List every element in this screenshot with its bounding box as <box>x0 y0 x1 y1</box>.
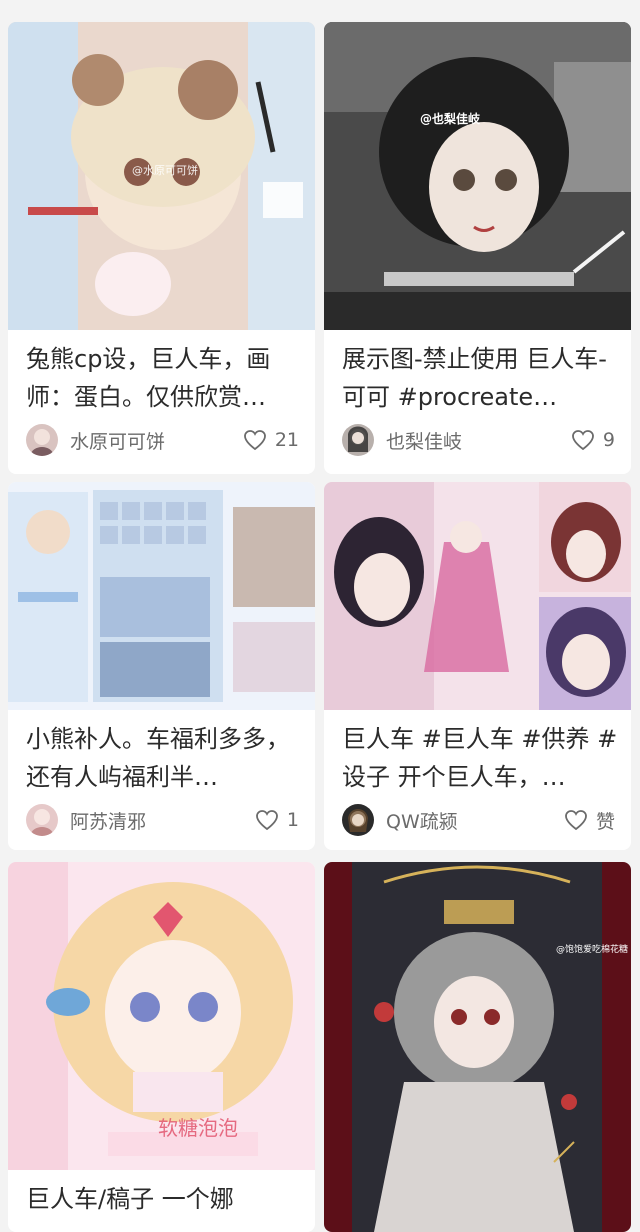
like-count: 1 <box>286 809 299 831</box>
heart-icon <box>572 430 594 451</box>
post-card[interactable]: @水原可可饼 兔熊cp设，巨人车，画师：蛋白。仅供欣赏… 水原可可饼 21 <box>8 22 315 474</box>
post-title[interactable]: 小熊补人。车福利多多，还有人屿福利半… <box>26 720 303 796</box>
post-thumbnail[interactable]: 软糖泡泡 <box>8 862 315 1170</box>
author-name[interactable]: 水原可可饼 <box>70 427 243 454</box>
post-thumbnail[interactable]: @饱饱爱吃棉花糖 <box>324 862 631 1232</box>
post-card[interactable]: 巨人车 #巨人车 #供养 #设子 开个巨人车，… QW疏颍 赞 <box>324 482 631 850</box>
avatar[interactable] <box>26 424 58 456</box>
like-count: 21 <box>274 429 299 451</box>
post-card[interactable]: @也梨佳岐 展示图-禁止使用 巨人车-可可 #procreate… 也梨佳岐 9 <box>324 22 631 474</box>
watermark-text: @饱饱爱吃棉花糖 <box>556 945 629 955</box>
like-button[interactable]: 9 <box>571 429 615 451</box>
post-card[interactable]: 软糖泡泡 巨人车/稿子 一个娜 <box>8 862 315 1232</box>
post-title[interactable]: 巨人车 #巨人车 #供养 #设子 开个巨人车，… <box>342 720 619 796</box>
post-meta: 阿苏清邪 1 <box>26 800 299 840</box>
heart-icon <box>243 430 266 451</box>
like-button[interactable]: 1 <box>255 809 299 831</box>
post-feed: @水原可可饼 兔熊cp设，巨人车，画师：蛋白。仅供欣赏… 水原可可饼 21 @也… <box>0 0 640 1232</box>
post-card[interactable]: 小熊补人。车福利多多，还有人屿福利半… 阿苏清邪 1 <box>8 482 315 850</box>
heart-icon <box>565 810 587 831</box>
author-name[interactable]: QW疏颍 <box>386 807 564 834</box>
post-thumbnail[interactable] <box>8 482 315 710</box>
like-count: 9 <box>602 429 615 451</box>
post-thumbnail[interactable] <box>324 482 631 710</box>
like-button[interactable]: 赞 <box>564 807 615 834</box>
post-meta: 水原可可饼 21 <box>26 420 299 460</box>
post-title[interactable]: 兔熊cp设，巨人车，画师：蛋白。仅供欣赏… <box>26 340 303 416</box>
watermark-text: @水原可可饼 <box>132 164 198 177</box>
watermark-text: 软糖泡泡 <box>158 1116 238 1140</box>
like-count: 赞 <box>595 810 615 833</box>
heart-icon <box>256 810 278 831</box>
post-meta: QW疏颍 赞 <box>342 800 615 840</box>
post-title[interactable]: 展示图-禁止使用 巨人车-可可 #procreate… <box>342 340 619 416</box>
avatar[interactable] <box>342 424 374 456</box>
avatar[interactable] <box>26 804 58 836</box>
author-name[interactable]: 也梨佳岐 <box>386 427 571 454</box>
author-name[interactable]: 阿苏清邪 <box>70 807 255 834</box>
watermark-text: @也梨佳岐 <box>420 112 481 126</box>
post-card[interactable]: @饱饱爱吃棉花糖 <box>324 862 631 1232</box>
post-thumbnail[interactable]: @水原可可饼 <box>8 22 315 330</box>
post-meta: 也梨佳岐 9 <box>342 420 615 460</box>
avatar[interactable] <box>342 804 374 836</box>
post-thumbnail[interactable]: @也梨佳岐 <box>324 22 631 330</box>
post-title[interactable]: 巨人车/稿子 一个娜 <box>26 1180 303 1218</box>
like-button[interactable]: 21 <box>243 429 299 451</box>
